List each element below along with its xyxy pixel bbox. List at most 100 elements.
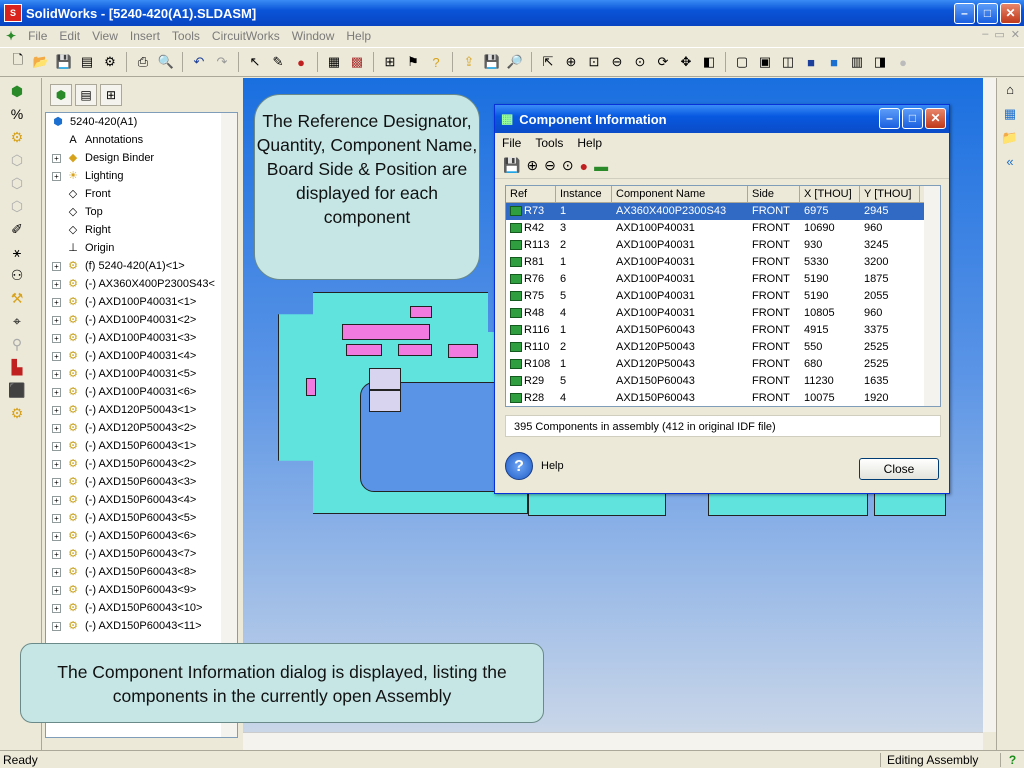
hidden-removed-icon[interactable]: ◫ [778,52,798,72]
edit-component-icon[interactable]: ✐ [4,219,30,239]
viewport-horizontal-scrollbar[interactable] [243,732,983,750]
shaded-icon[interactable]: ■ [824,52,844,72]
status-help-icon[interactable]: ? [1000,752,1024,767]
exploded-view-icon[interactable]: ⚹ [4,242,30,262]
viewport-vertical-scrollbar[interactable] [983,78,996,732]
tree-item[interactable]: + ⚙ (-) AXD120P50043<1> [46,401,237,419]
save-icon[interactable]: 💾 [54,52,74,72]
open-folder-icon[interactable]: 📂 [31,52,51,72]
design-library-icon[interactable]: ▦ [1000,106,1020,126]
menu-app-icon[interactable]: ✦ [0,29,22,43]
tree-item[interactable]: + ⚙ (-) AX360X400P2300S43< [46,275,237,293]
menu-insert[interactable]: Insert [124,29,166,43]
table-row[interactable]: R28 4 AXD150P60043 FRONT 10075 1920 [506,390,940,406]
zoom-fit-icon[interactable]: ⊕ [561,52,581,72]
perspective-icon[interactable]: ▥ [847,52,867,72]
dialog-minimize-button[interactable]: – [879,108,900,129]
tree-item[interactable]: + ⚙ (-) AXD100P40031<3> [46,329,237,347]
print-icon[interactable]: ⎙ [133,52,153,72]
tree-item[interactable]: A Annotations [46,131,237,149]
tree-item[interactable]: + ⚙ (-) AXD100P40031<4> [46,347,237,365]
collapse-pane-icon[interactable]: « [1000,154,1020,174]
tree-item[interactable]: + ⚙ (-) AXD150P60043<10> [46,599,237,617]
pan-icon[interactable]: ✥ [676,52,696,72]
tree-root[interactable]: ⬢ 5240-420(A1) [46,113,237,131]
minimize-button[interactable]: – [954,3,975,24]
expand-icon[interactable]: + [52,315,61,325]
zoom-in-out-icon[interactable]: ⊖ [607,52,627,72]
section-view-icon[interactable]: ◨ [870,52,890,72]
menu-view[interactable]: View [86,29,124,43]
table-row[interactable]: R116 1 AXD150P60043 FRONT 4915 3375 [506,322,940,339]
feature-tree-tab[interactable]: ⬢ [50,84,72,106]
tree-item[interactable]: + ⚙ (f) 5240-420(A1)<1> [46,257,237,275]
column-header-side[interactable]: Side [748,186,800,202]
column-header-ref[interactable]: Ref [506,186,556,202]
dialog-menu-tools[interactable]: Tools [528,136,570,150]
table-row[interactable]: R113 2 AXD100P40031 FRONT 930 3245 [506,237,940,254]
shaded-edges-icon[interactable]: ■ [801,52,821,72]
expand-icon[interactable]: + [52,297,61,307]
dialog-maximize-button[interactable]: □ [902,108,923,129]
select-filter-icon[interactable]: ⇱ [538,52,558,72]
tree-item[interactable]: + ◆ Design Binder [46,149,237,167]
table-row[interactable]: R73 1 AX360X400P2300S43 FRONT 6975 2945 [506,203,940,220]
menu-help[interactable]: Help [340,29,377,43]
expand-icon[interactable]: + [52,477,61,487]
doc-restore-icon[interactable]: ▭ [994,28,1004,41]
tree-item[interactable]: + ⚙ (-) AXD100P40031<6> [46,383,237,401]
expand-icon[interactable]: + [52,279,61,289]
expand-icon[interactable]: + [52,153,61,163]
table-row[interactable]: R81 1 AXD100P40031 FRONT 5330 3200 [506,254,940,271]
help-label[interactable]: Help [541,460,564,472]
dialog-menu-help[interactable]: Help [570,136,609,150]
column-header-component-name[interactable]: Component Name [612,186,748,202]
grid-icon[interactable]: ▦ [324,52,344,72]
dialog-save-icon[interactable]: 💾 [503,157,520,174]
expand-icon[interactable]: + [52,423,61,433]
tree-item[interactable]: + ⚙ (-) AXD150P60043<2> [46,455,237,473]
expand-icon[interactable]: + [52,405,61,415]
expand-icon[interactable]: + [52,369,61,379]
close-button[interactable]: ✕ [1000,3,1021,24]
zoom-selection-icon[interactable]: ⊙ [630,52,650,72]
mate-icon[interactable]: ⚑ [403,52,423,72]
tree-item[interactable]: + ⚙ (-) AXD150P60043<5> [46,509,237,527]
expand-icon[interactable]: + [52,567,61,577]
hide-component-icon[interactable]: ⬡ [4,196,30,216]
print-preview2-icon[interactable]: 🔍 [156,52,176,72]
import-icon[interactable]: ⇪ [459,52,479,72]
smart-fastener-icon[interactable]: ⚙ [4,127,30,147]
dialog-zoom-fit-icon[interactable]: ⊙ [562,157,574,174]
expand-icon[interactable]: + [52,603,61,613]
dialog-traffic-light-icon[interactable]: ● [580,158,588,174]
property-manager-tab[interactable]: ▤ [75,84,97,106]
expand-icon[interactable]: + [52,441,61,451]
brick-icon[interactable]: ▩ [347,52,367,72]
home-icon[interactable]: ⌂ [1000,82,1020,102]
print-preview-icon[interactable]: ▤ [77,52,97,72]
dialog-zoom-out-icon[interactable]: ⊖ [544,157,556,174]
expand-icon[interactable]: + [52,495,61,505]
doc-close-icon[interactable]: ✕ [1011,28,1020,41]
insert-component-icon[interactable]: ⬢ [4,81,30,101]
dialog-close-x-button[interactable]: ✕ [925,108,946,129]
table-row[interactable]: R48 4 AXD100P40031 FRONT 10805 960 [506,305,940,322]
menu-edit[interactable]: Edit [53,29,86,43]
view-orientation-icon[interactable]: ◧ [699,52,719,72]
expand-icon[interactable]: + [52,549,61,559]
table-row[interactable]: R42 3 AXD100P40031 FRONT 10690 960 [506,220,940,237]
tree-item[interactable]: + ⚙ (-) AXD100P40031<2> [46,311,237,329]
menu-window[interactable]: Window [286,29,341,43]
expand-icon[interactable]: + [52,333,61,343]
tree-item[interactable]: + ⚙ (-) AXD120P50043<2> [46,419,237,437]
tree-item[interactable]: + ⚙ (-) AXD150P60043<7> [46,545,237,563]
rotate-component-icon[interactable]: ⬡ [4,173,30,193]
column-header-x[interactable]: X [THOU] [800,186,860,202]
tree-item[interactable]: + ⚙ (-) AXD150P60043<3> [46,473,237,491]
help-icon[interactable]: ? [505,452,533,480]
tree-item[interactable]: ◇ Top [46,203,237,221]
options-icon[interactable]: ⚙ [100,52,120,72]
redo-icon[interactable]: ↷ [212,52,232,72]
help-question-icon[interactable]: ? [426,52,446,72]
